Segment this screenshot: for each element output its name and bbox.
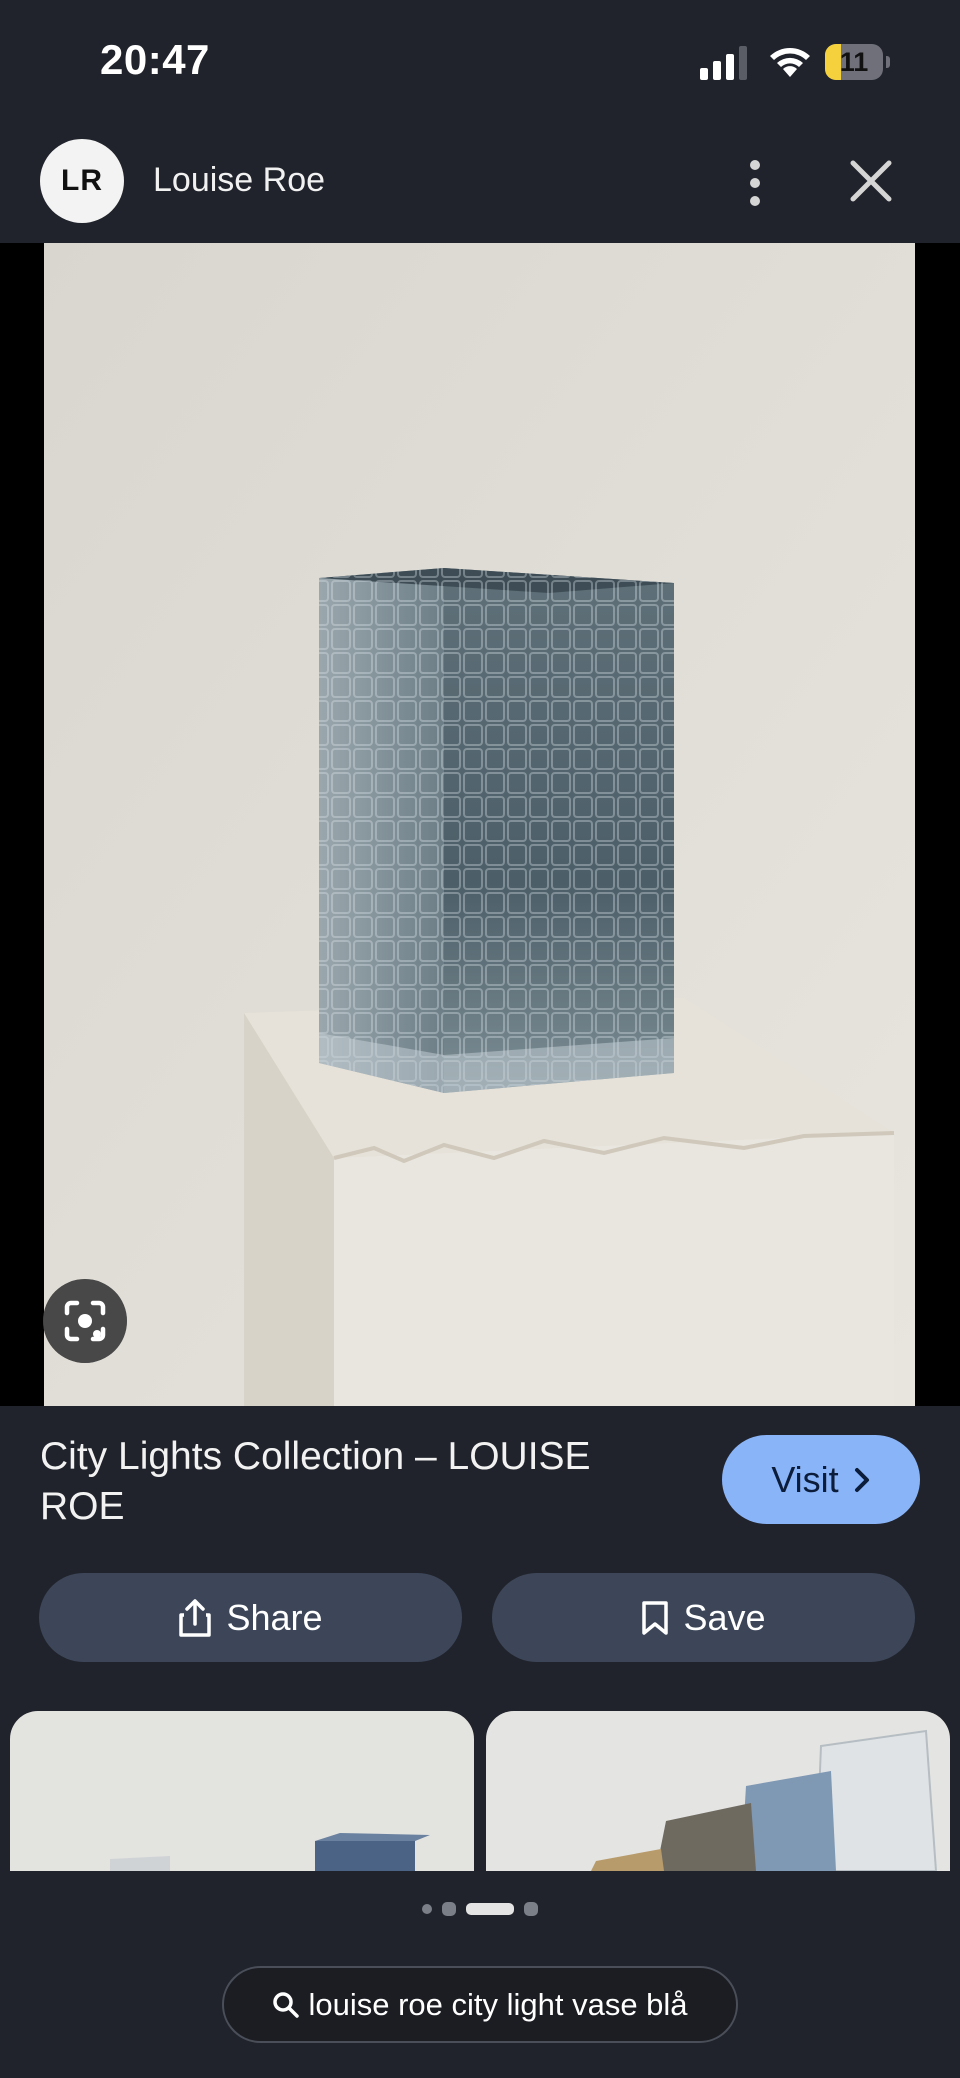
battery-icon: 11: [825, 44, 891, 80]
save-label: Save: [683, 1596, 766, 1638]
related-thumbnail[interactable]: [10, 1711, 474, 1871]
search-query: louise roe city light vase blå: [308, 1986, 688, 2022]
bookmark-icon: [642, 1600, 669, 1635]
product-image[interactable]: [44, 243, 915, 1406]
close-icon[interactable]: [845, 155, 897, 207]
result-title[interactable]: City Lights Collection – LOUISE ROE: [40, 1432, 660, 1532]
avatar[interactable]: LR: [40, 139, 124, 223]
pager-dot: [422, 1904, 432, 1914]
related-thumbnail[interactable]: [486, 1711, 950, 1871]
chevron-right-icon: [854, 1467, 869, 1492]
pager-dot: [442, 1902, 456, 1916]
image-viewer: [0, 243, 960, 1406]
share-label: Share: [226, 1596, 323, 1638]
visit-label: Visit: [771, 1458, 839, 1500]
wifi-icon: [770, 48, 810, 77]
battery-level: 11: [839, 47, 869, 77]
lens-icon[interactable]: [43, 1279, 127, 1363]
share-button[interactable]: Share: [39, 1573, 462, 1662]
more-vert-icon[interactable]: [735, 153, 775, 213]
search-icon: [273, 1991, 300, 2018]
status-time: 20:47: [100, 36, 210, 83]
source-header: LR Louise Roe: [0, 125, 960, 243]
visit-button[interactable]: Visit: [722, 1435, 920, 1524]
status-bar: 20:47 11: [0, 0, 960, 125]
share-icon: [179, 1598, 212, 1637]
pager-dot-active: [466, 1903, 514, 1915]
pager-dots: [0, 1871, 960, 1941]
source-name[interactable]: Louise Roe: [153, 161, 325, 200]
save-button[interactable]: Save: [492, 1573, 915, 1662]
search-query-chip[interactable]: louise roe city light vase blå: [222, 1966, 738, 2043]
signal-icon: [700, 46, 747, 80]
pager-dot: [524, 1902, 538, 1916]
